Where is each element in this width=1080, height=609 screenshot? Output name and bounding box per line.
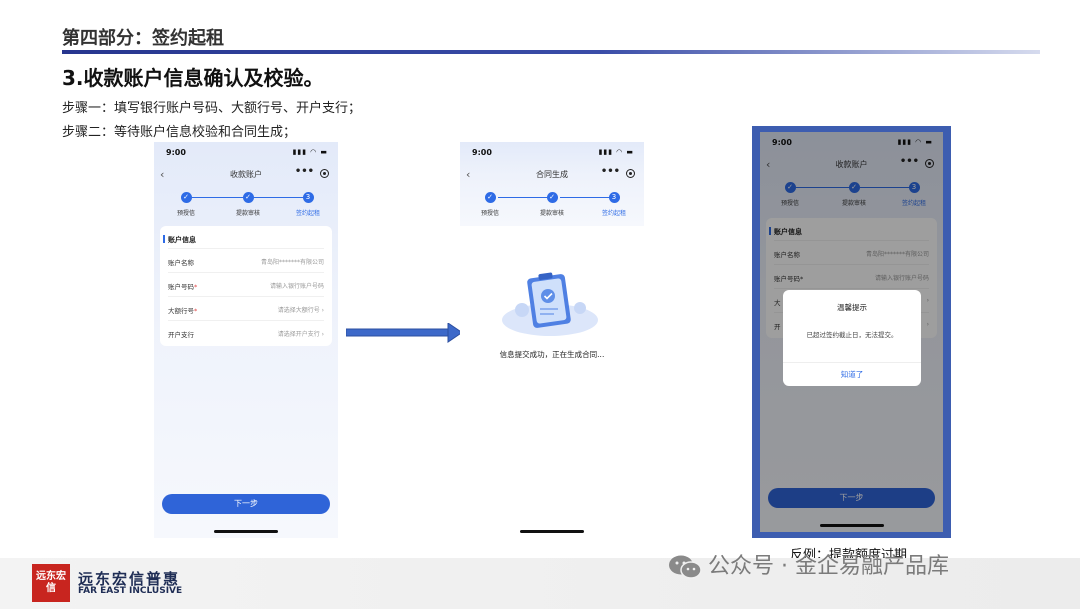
branch-select[interactable]: 开户支行 请选择开户支行 ›	[168, 320, 324, 344]
step-two-text: 步骤二：等待账户信息校验和合同生成；	[62, 125, 297, 140]
counter-example-frame: 9:00 ▮▮▮ ◠ ▬ ‹ 收款账户 ••• ✓ 预授信 ✓ 提款审核 3 签…	[752, 126, 951, 538]
step-number-icon: 3	[302, 192, 314, 203]
bank-code-select[interactable]: 大额行号* 请选择大额行号 ›	[168, 296, 324, 320]
dialog-divider	[783, 362, 921, 363]
clipboard-success-icon	[502, 272, 598, 336]
status-bar: 9:00 ▮▮▮ ◠ ▬	[472, 148, 634, 157]
page-heading: 3.收款账户信息确认及校验。	[62, 66, 324, 90]
account-info-card: 账户信息 账户名称 青岛阳*******有限公司 账户号码* 请输入银行账户号码…	[160, 226, 332, 346]
step-preauth: ✓ 预授信	[176, 192, 195, 217]
progress-steps: ✓ 预授信 ✓ 提款审核 3 签约起租	[460, 192, 644, 222]
more-icon[interactable]: •••	[601, 166, 620, 177]
step-review: ✓ 提款审核	[539, 192, 564, 217]
next-button[interactable]: 下一步	[162, 494, 330, 514]
step-sign: 3 签约起租	[601, 192, 626, 217]
signal-wifi-battery-icon: ▮▮▮ ◠ ▬	[598, 148, 634, 156]
card-title: 账户信息	[163, 235, 196, 244]
check-icon: ✓	[546, 192, 558, 203]
check-icon: ✓	[484, 192, 496, 203]
slide: 第四部分：签约起租 3.收款账户信息确认及校验。 步骤一：填写银行账户号码、大额…	[0, 0, 1080, 609]
nav-bar: ‹ 合同生成 •••	[460, 166, 644, 184]
account-name-row[interactable]: 账户名称 青岛阳*******有限公司	[168, 248, 324, 272]
home-indicator	[520, 530, 584, 533]
phone-screen-account: 9:00 ▮▮▮ ◠ ▬ ‹ 收款账户 ••• ✓ 预授信 ✓ 提款审核 3 签…	[154, 142, 338, 538]
check-icon: ✓	[180, 192, 192, 203]
wechat-watermark: 公众号 · 金企易融产品库	[668, 548, 949, 580]
step-number-icon: 3	[608, 192, 620, 203]
warning-dialog: 温馨提示 已超过签约截止日，无法提交。 知道了	[783, 290, 921, 386]
section-divider	[62, 50, 1040, 54]
more-icon[interactable]: •••	[295, 166, 314, 177]
section-title: 第四部分：签约起租	[62, 28, 224, 49]
arrow-right-icon	[346, 323, 463, 343]
home-indicator	[214, 530, 278, 533]
phone-screen-expired: 9:00 ▮▮▮ ◠ ▬ ‹ 收款账户 ••• ✓ 预授信 ✓ 提款审核 3 签…	[760, 132, 943, 532]
company-logo: 远东宏信	[32, 564, 70, 602]
signal-wifi-battery-icon: ▮▮▮ ◠ ▬	[292, 148, 328, 156]
dialog-title: 温馨提示	[837, 303, 867, 312]
check-icon: ✓	[242, 192, 254, 203]
dialog-message: 已超过签约截止日，无法提交。	[806, 331, 898, 339]
close-target-icon[interactable]	[626, 169, 635, 178]
account-number-field[interactable]: 账户号码* 请输入银行账户号码	[168, 272, 324, 296]
brand-name-en: FAR EAST INCLUSIVE	[78, 586, 183, 596]
wechat-icon	[669, 555, 702, 579]
progress-steps: ✓ 预授信 ✓ 提款审核 3 签约起租	[154, 192, 338, 222]
status-message: 信息提交成功，正在生成合同...	[499, 350, 605, 359]
nav-bar: ‹ 收款账户 •••	[154, 166, 338, 184]
dialog-ok-button[interactable]: 知道了	[783, 369, 921, 380]
step-sign: 3 签约起租	[295, 192, 320, 217]
close-target-icon[interactable]	[320, 169, 329, 178]
phone-screen-contract: 9:00 ▮▮▮ ◠ ▬ ‹ 合同生成 ••• ✓ 预授信 ✓ 提款审核 3 签…	[460, 142, 644, 538]
status-bar: 9:00 ▮▮▮ ◠ ▬	[166, 148, 328, 157]
step-one-text: 步骤一：填写银行账户号码、大额行号、开户支行；	[62, 101, 362, 116]
step-review: ✓ 提款审核	[235, 192, 260, 217]
step-preauth: ✓ 预授信	[480, 192, 499, 217]
